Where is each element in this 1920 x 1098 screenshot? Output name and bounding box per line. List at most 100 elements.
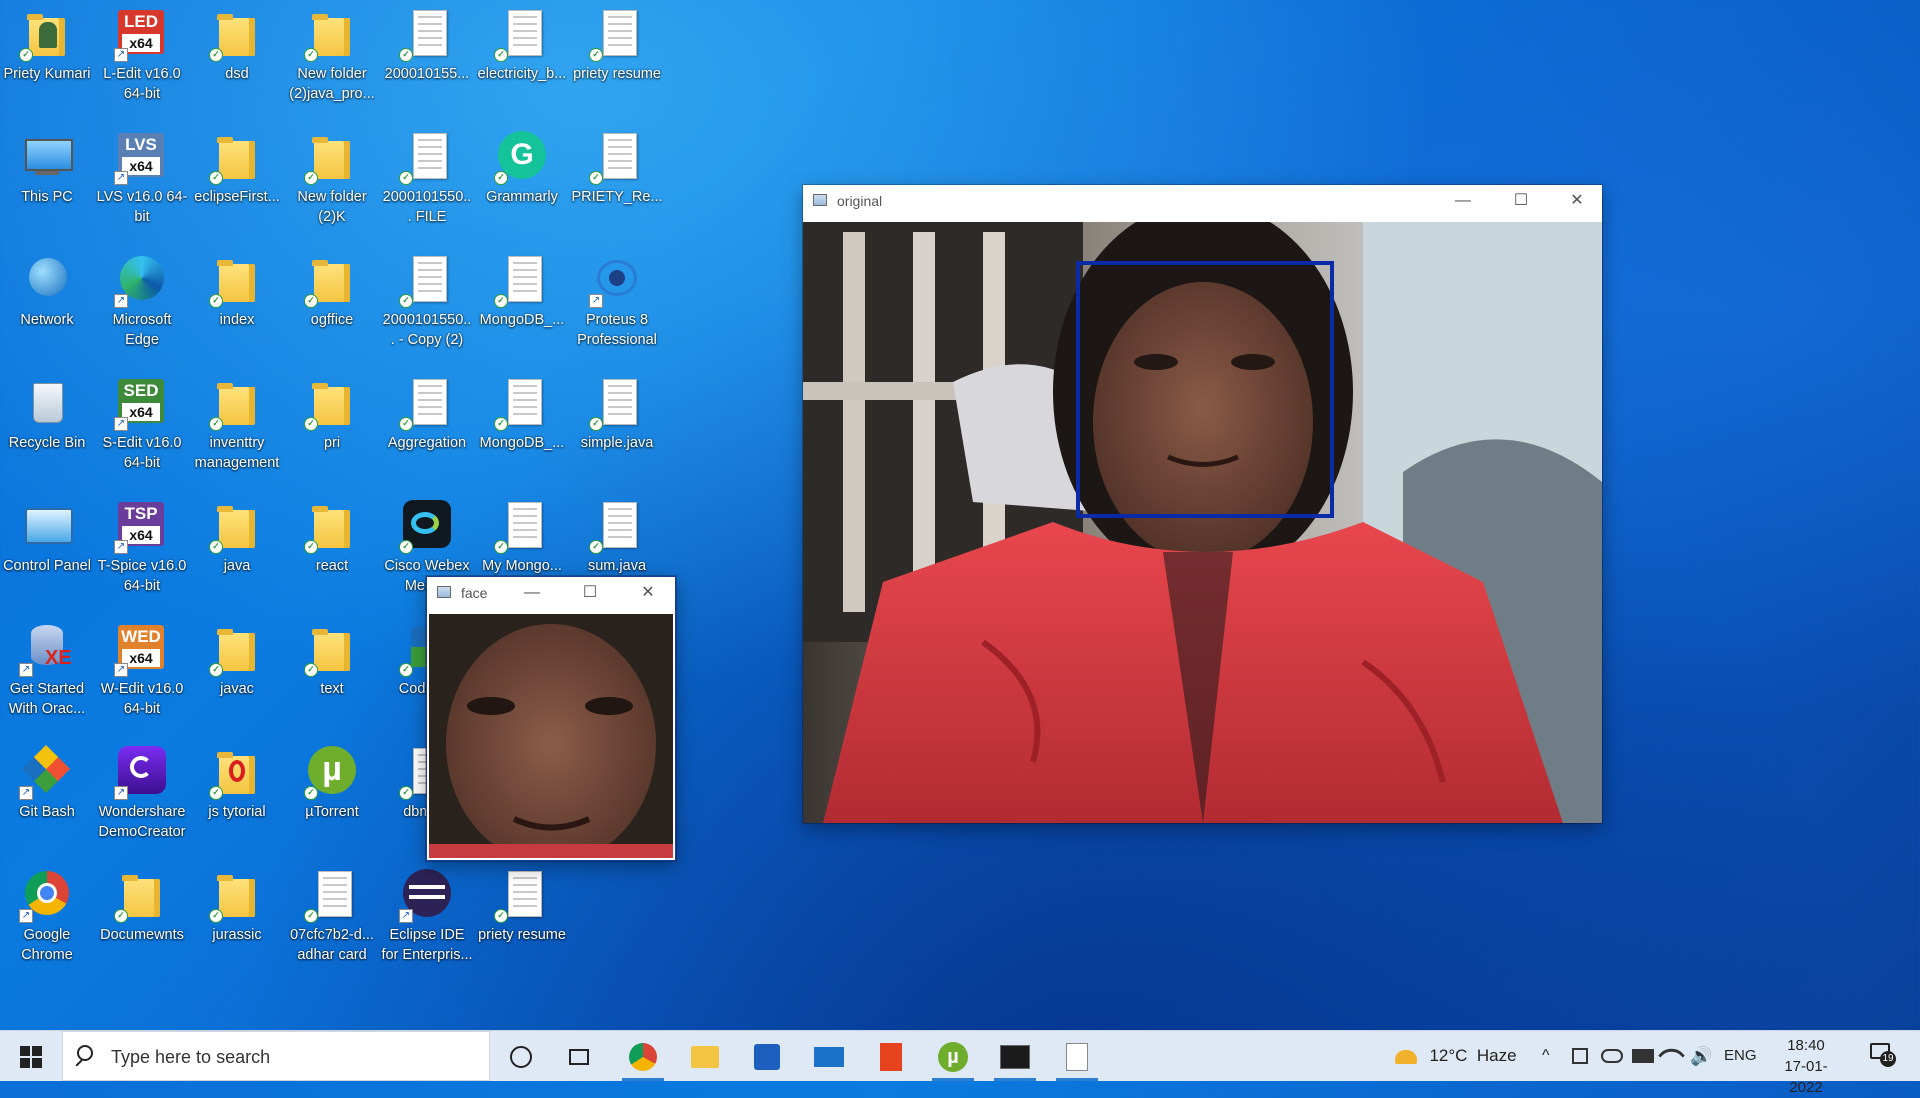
desktop-icon-label: MongoDB_...	[479, 435, 565, 451]
desktop-icon-label: 07cfc7b2-d... adhar card	[290, 927, 374, 963]
desktop-icon[interactable]: ✓ Aggregation	[381, 371, 473, 453]
desktop-icon-label: pri	[323, 435, 341, 451]
page-icon	[1066, 1043, 1088, 1072]
desktop-icon-label: sum.java	[587, 558, 647, 574]
start-button[interactable]	[4, 1031, 58, 1081]
desktop-icon[interactable]: LVS x64 ↗ LVS v16.0 64-bit	[96, 125, 188, 227]
search-box[interactable]: Type here to search	[62, 1031, 490, 1081]
desktop-icon[interactable]: ↗ Eclipse IDE for Enterpris...	[381, 863, 473, 965]
desktop-icon[interactable]: ✓ inventtry management	[191, 371, 283, 473]
blank-app[interactable]	[1050, 1031, 1104, 1081]
desktop-icon-label: react	[315, 558, 349, 574]
tray-volume-icon[interactable]: 🔊	[1690, 1031, 1712, 1081]
desktop-icon-label: Recycle Bin	[8, 435, 86, 451]
desktop-icon[interactable]: Recycle Bin	[1, 371, 93, 453]
office-icon	[880, 1043, 902, 1072]
task-view-button[interactable]	[552, 1031, 606, 1081]
desktop-icon[interactable]: ✓ java	[191, 494, 283, 576]
desktop-icon[interactable]: ✓ New folder (2)java_pro...	[286, 2, 378, 104]
desktop-icon[interactable]: ↗ Wondershare DemoCreator	[96, 740, 188, 842]
desktop-icon[interactable]: ✓ index	[191, 248, 283, 330]
utorrent-app[interactable]: µ	[926, 1031, 980, 1081]
desktop-icon[interactable]: ✓ 07cfc7b2-d... adhar card	[286, 863, 378, 965]
desktop-icon[interactable]: ↗ Proteus 8 Professional	[571, 248, 663, 350]
weather-icon	[1395, 1049, 1417, 1064]
face-titlebar[interactable]: face — ☐ ✕	[427, 577, 675, 608]
tray-onedrive-icon[interactable]	[1601, 1031, 1623, 1081]
desktop-icon[interactable]: LED x64 ↗ L-Edit v16.0 64-bit	[96, 2, 188, 104]
document-icon: ✓	[494, 500, 548, 554]
weather-widget[interactable]: 12°C Haze	[1395, 1031, 1517, 1081]
tray-wifi-icon[interactable]	[1658, 1031, 1685, 1081]
tray-meet-icon[interactable]	[1572, 1031, 1588, 1081]
desktop-icon[interactable]: ✓ MongoDB_...	[476, 371, 568, 453]
desktop-icon[interactable]: WED x64 ↗ W-Edit v16.0 64-bit	[96, 617, 188, 719]
mail-app[interactable]	[802, 1031, 856, 1081]
desktop-icon[interactable]: This PC	[1, 125, 93, 207]
desktop-icon[interactable]: ✓ sum.java	[571, 494, 663, 576]
tray-battery-icon[interactable]	[1632, 1031, 1654, 1081]
terminal-app[interactable]	[988, 1031, 1042, 1081]
store-icon	[754, 1044, 780, 1071]
cortana-button[interactable]	[494, 1031, 548, 1081]
desktop-icon-label: javac	[220, 681, 254, 697]
show-hidden-icons-button[interactable]: ^	[1542, 1031, 1550, 1081]
desktop-icon[interactable]: XE ↗ Get Started With Orac...	[1, 617, 93, 719]
desktop-icon[interactable]: ✓ js tytorial	[191, 740, 283, 822]
desktop-icon-label: Documewnts	[100, 927, 184, 943]
face-window[interactable]: face — ☐ ✕	[426, 576, 676, 861]
desktop-icon[interactable]: ✓ Priety Kumari	[1, 2, 93, 84]
desktop-icon[interactable]: ✓ 2000101550... - Copy (2)	[381, 248, 473, 350]
desktop-icon-label: js tytorial	[208, 804, 266, 820]
desktop-icon[interactable]: ✓ react	[286, 494, 378, 576]
maximize-button[interactable]: ☐	[567, 577, 613, 608]
office-app[interactable]	[864, 1031, 918, 1081]
desktop-icon[interactable]: Control Panel	[1, 494, 93, 576]
desktop-icon[interactable]: ✓ pri	[286, 371, 378, 453]
folder-icon: ✓	[209, 623, 263, 677]
desktop-icon-label: dsd	[225, 66, 249, 82]
minimize-button[interactable]: —	[1440, 185, 1486, 216]
desktop-icon[interactable]: ✓ My Mongo...	[476, 494, 568, 576]
desktop-icon[interactable]: ↗ Microsoft Edge	[96, 248, 188, 350]
minimize-button[interactable]: —	[509, 577, 555, 608]
close-button[interactable]: ✕	[1554, 185, 1600, 216]
desktop-icon[interactable]: ✓ eclipseFirst...	[191, 125, 283, 207]
document-icon: ✓	[589, 377, 643, 431]
desktop-icon[interactable]: ✓ PRIETY_Re...	[571, 125, 663, 207]
desktop-icon[interactable]: ✓ 2000101550... FILE	[381, 125, 473, 227]
chrome-app[interactable]	[616, 1031, 670, 1081]
speaker-icon: 🔊	[1690, 1046, 1713, 1066]
desktop-icon-label: simple.java	[580, 435, 654, 451]
desktop-icon[interactable]: Network	[1, 248, 93, 330]
desktop-icon[interactable]: ✓ New folder (2)K	[286, 125, 378, 227]
desktop-icon[interactable]: ✓ Documewnts	[96, 863, 188, 945]
original-window[interactable]: original — ☐ ✕	[803, 185, 1602, 823]
file-explorer-app[interactable]	[678, 1031, 732, 1081]
search-placeholder: Type here to search	[111, 1047, 271, 1067]
desktop-icon[interactable]: ✓ 200010155...	[381, 2, 473, 84]
desktop-icon[interactable]: µ ✓ µTorrent	[286, 740, 378, 822]
desktop-icon[interactable]: ✓ electricity_b...	[476, 2, 568, 84]
desktop-icon[interactable]: G ✓ Grammarly	[476, 125, 568, 207]
language-indicator[interactable]: ENG	[1724, 1031, 1757, 1081]
close-button[interactable]: ✕	[625, 577, 671, 608]
clock[interactable]: 18:40 17-01-2022	[1768, 1035, 1844, 1098]
notification-center-button[interactable]: 19	[1870, 1043, 1896, 1067]
desktop-icon[interactable]: ✓ jurassic	[191, 863, 283, 945]
desktop-icon[interactable]: SED x64 ↗ S-Edit v16.0 64-bit	[96, 371, 188, 473]
desktop-icon[interactable]: ↗ Git Bash	[1, 740, 93, 822]
desktop-icon[interactable]: ✓ simple.java	[571, 371, 663, 453]
desktop-icon[interactable]: ✓ javac	[191, 617, 283, 699]
store-app[interactable]	[740, 1031, 794, 1081]
desktop-icon[interactable]: ✓ MongoDB_...	[476, 248, 568, 330]
desktop-icon[interactable]: ✓ priety resume	[476, 863, 568, 945]
desktop-icon[interactable]: ✓ dsd	[191, 2, 283, 84]
desktop-icon[interactable]: ✓ ogffice	[286, 248, 378, 330]
desktop-icon[interactable]: TSP x64 ↗ T-Spice v16.0 64-bit	[96, 494, 188, 596]
original-titlebar[interactable]: original — ☐ ✕	[803, 185, 1602, 216]
desktop-icon[interactable]: ✓ priety resume	[571, 2, 663, 84]
desktop-icon[interactable]: ✓ text	[286, 617, 378, 699]
desktop-icon[interactable]: ↗ Google Chrome	[1, 863, 93, 965]
maximize-button[interactable]: ☐	[1498, 185, 1544, 216]
